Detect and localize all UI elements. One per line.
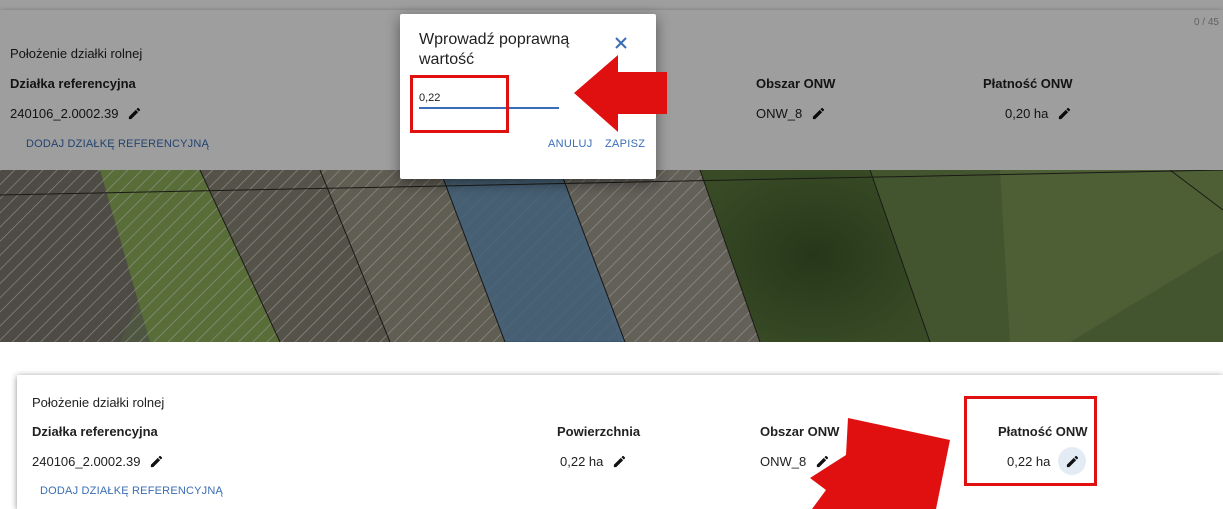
pencil-icon[interactable]: [148, 453, 164, 469]
surface-cell: 0,22 ha: [560, 453, 627, 469]
col-ref-parcel: Działka referencyjna: [32, 424, 158, 439]
dialog-title: Wprowadź poprawną wartość: [419, 31, 570, 68]
onw-area-value: ONW_8: [760, 453, 807, 469]
payment-highlight-box: [964, 396, 1097, 486]
arrow-annotation: [810, 418, 950, 509]
save-button[interactable]: ZAPISZ: [605, 138, 645, 150]
col-surface: Powierzchnia: [557, 424, 641, 439]
cancel-button[interactable]: ANULUJ: [548, 138, 593, 150]
ref-parcel-value: 240106_2.0002.39: [32, 453, 141, 469]
parcel-card-updated: Położenie działki rolnej Działka referen…: [17, 375, 1223, 509]
section-title: Położenie działki rolnej: [32, 395, 165, 410]
arrow-annotation: [574, 55, 667, 132]
close-icon[interactable]: [612, 34, 630, 52]
input-highlight-box: [410, 75, 509, 133]
top-screenshot: 0 / 45 Położenie działki rolnej Działka …: [0, 0, 1223, 342]
ref-parcel-cell: 240106_2.0002.39: [32, 453, 164, 469]
add-ref-parcel-link[interactable]: DODAJ DZIAŁKĘ REFERENCYJNĄ: [40, 485, 223, 497]
surface-value: 0,22 ha: [560, 453, 604, 469]
pencil-icon[interactable]: [611, 453, 627, 469]
